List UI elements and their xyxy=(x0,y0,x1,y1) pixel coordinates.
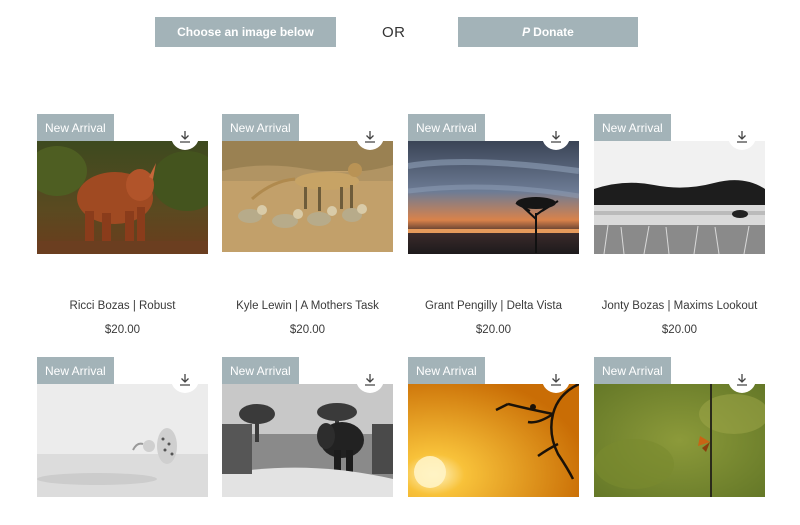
download-icon[interactable] xyxy=(356,122,384,150)
donate-button[interactable]: P Donate xyxy=(458,17,638,47)
new-arrival-badge: New Arrival xyxy=(408,357,485,384)
download-icon[interactable] xyxy=(542,122,570,150)
new-arrival-badge: New Arrival xyxy=(594,357,671,384)
product-price: $20.00 xyxy=(104,324,141,336)
download-icon[interactable] xyxy=(728,122,756,150)
new-arrival-badge: New Arrival xyxy=(37,357,114,384)
choose-image-label: Choose an image below xyxy=(177,25,314,39)
donate-label: Donate xyxy=(533,25,574,39)
new-arrival-badge: New Arrival xyxy=(594,114,671,141)
product-image-delta-sunset[interactable] xyxy=(408,141,579,254)
product-image-cheetah-family[interactable] xyxy=(222,141,393,252)
product-price: $20.00 xyxy=(475,324,512,336)
download-icon[interactable] xyxy=(356,365,384,393)
top-bar: Choose an image below OR P Donate xyxy=(0,0,800,60)
download-icon[interactable] xyxy=(542,365,570,393)
product-image-elephant[interactable] xyxy=(222,384,393,497)
product-image-leopard[interactable] xyxy=(37,384,208,497)
product-title[interactable]: Ricci Bozas | Robust xyxy=(37,300,208,312)
product-image-rhino[interactable] xyxy=(37,141,208,254)
product-title[interactable]: Grant Pengilly | Delta Vista xyxy=(408,300,579,312)
new-arrival-badge: New Arrival xyxy=(222,114,299,141)
download-icon[interactable] xyxy=(171,365,199,393)
product-image-golden-sunset[interactable] xyxy=(408,384,579,497)
paypal-icon: P xyxy=(522,25,531,39)
product-title[interactable]: Jonty Bozas | Maxims Lookout xyxy=(594,300,765,312)
download-icon[interactable] xyxy=(728,365,756,393)
new-arrival-badge: New Arrival xyxy=(37,114,114,141)
choose-image-button[interactable]: Choose an image below xyxy=(155,17,336,47)
download-icon[interactable] xyxy=(171,122,199,150)
product-image-butterfly[interactable] xyxy=(594,384,765,497)
product-title[interactable]: Kyle Lewin | A Mothers Task xyxy=(222,300,393,312)
new-arrival-badge: New Arrival xyxy=(222,357,299,384)
product-image-river-bw[interactable] xyxy=(594,141,765,254)
new-arrival-badge: New Arrival xyxy=(408,114,485,141)
product-price: $20.00 xyxy=(289,324,326,336)
product-price: $20.00 xyxy=(661,324,698,336)
or-separator: OR xyxy=(382,24,406,41)
